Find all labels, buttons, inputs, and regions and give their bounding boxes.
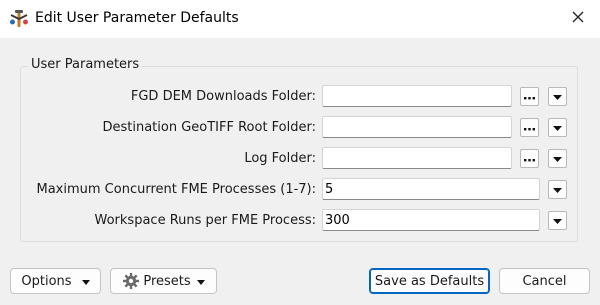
close-icon <box>572 11 584 27</box>
param-label-workspace-runs: Workspace Runs per FME Process: <box>94 213 316 228</box>
ellipsis-icon <box>524 151 535 166</box>
param-label-fgd-dem-folder: FGD DEM Downloads Folder: <box>130 89 316 104</box>
log-folder-input[interactable] <box>322 147 512 169</box>
window-title: Edit User Parameter Defaults <box>35 10 239 26</box>
triangle-down-icon <box>553 151 562 166</box>
dropdown-button-workspace-runs[interactable] <box>548 211 567 230</box>
dropdown-button-fgd-dem-folder[interactable] <box>548 87 567 106</box>
max-concurrent-processes-input[interactable] <box>322 178 540 200</box>
save-as-defaults-button[interactable]: Save as Defaults <box>369 268 490 294</box>
browse-button-geotiff-root-folder[interactable] <box>520 118 539 137</box>
presets-button-label: Presets <box>143 273 191 289</box>
param-label-max-concurrent-processes: Maximum Concurrent FME Processes (1-7): <box>36 182 317 197</box>
workspace-runs-input[interactable] <box>322 209 540 231</box>
browse-button-fgd-dem-folder[interactable] <box>520 87 539 106</box>
gear-icon <box>122 272 140 290</box>
cancel-button[interactable]: Cancel <box>499 268 590 294</box>
title-bar: Edit User Parameter Defaults <box>0 0 600 38</box>
param-label-geotiff-root-folder: Destination GeoTIFF Root Folder: <box>102 120 316 135</box>
options-button-label: Options <box>21 273 72 289</box>
fme-workbench-icon <box>9 9 29 29</box>
triangle-down-icon <box>196 274 205 289</box>
close-button[interactable] <box>555 0 600 38</box>
triangle-down-icon <box>553 182 562 197</box>
dropdown-button-log-folder[interactable] <box>548 149 567 168</box>
options-button[interactable]: Options <box>10 268 101 294</box>
dropdown-button-max-concurrent-processes[interactable] <box>548 180 567 199</box>
triangle-down-icon <box>553 213 562 228</box>
triangle-down-icon <box>553 89 562 104</box>
group-title: User Parameters <box>28 57 143 72</box>
browse-button-log-folder[interactable] <box>520 149 539 168</box>
dropdown-button-geotiff-root-folder[interactable] <box>548 118 567 137</box>
param-label-log-folder: Log Folder: <box>244 151 316 166</box>
ellipsis-icon <box>524 89 535 104</box>
triangle-down-icon <box>553 120 562 135</box>
ellipsis-icon <box>524 120 535 135</box>
fgd-dem-folder-input[interactable] <box>322 85 512 107</box>
cancel-button-label: Cancel <box>522 273 567 289</box>
triangle-down-icon <box>81 274 90 289</box>
save-as-defaults-label: Save as Defaults <box>374 273 485 289</box>
geotiff-root-folder-input[interactable] <box>322 116 512 138</box>
presets-button[interactable]: Presets <box>110 268 217 294</box>
